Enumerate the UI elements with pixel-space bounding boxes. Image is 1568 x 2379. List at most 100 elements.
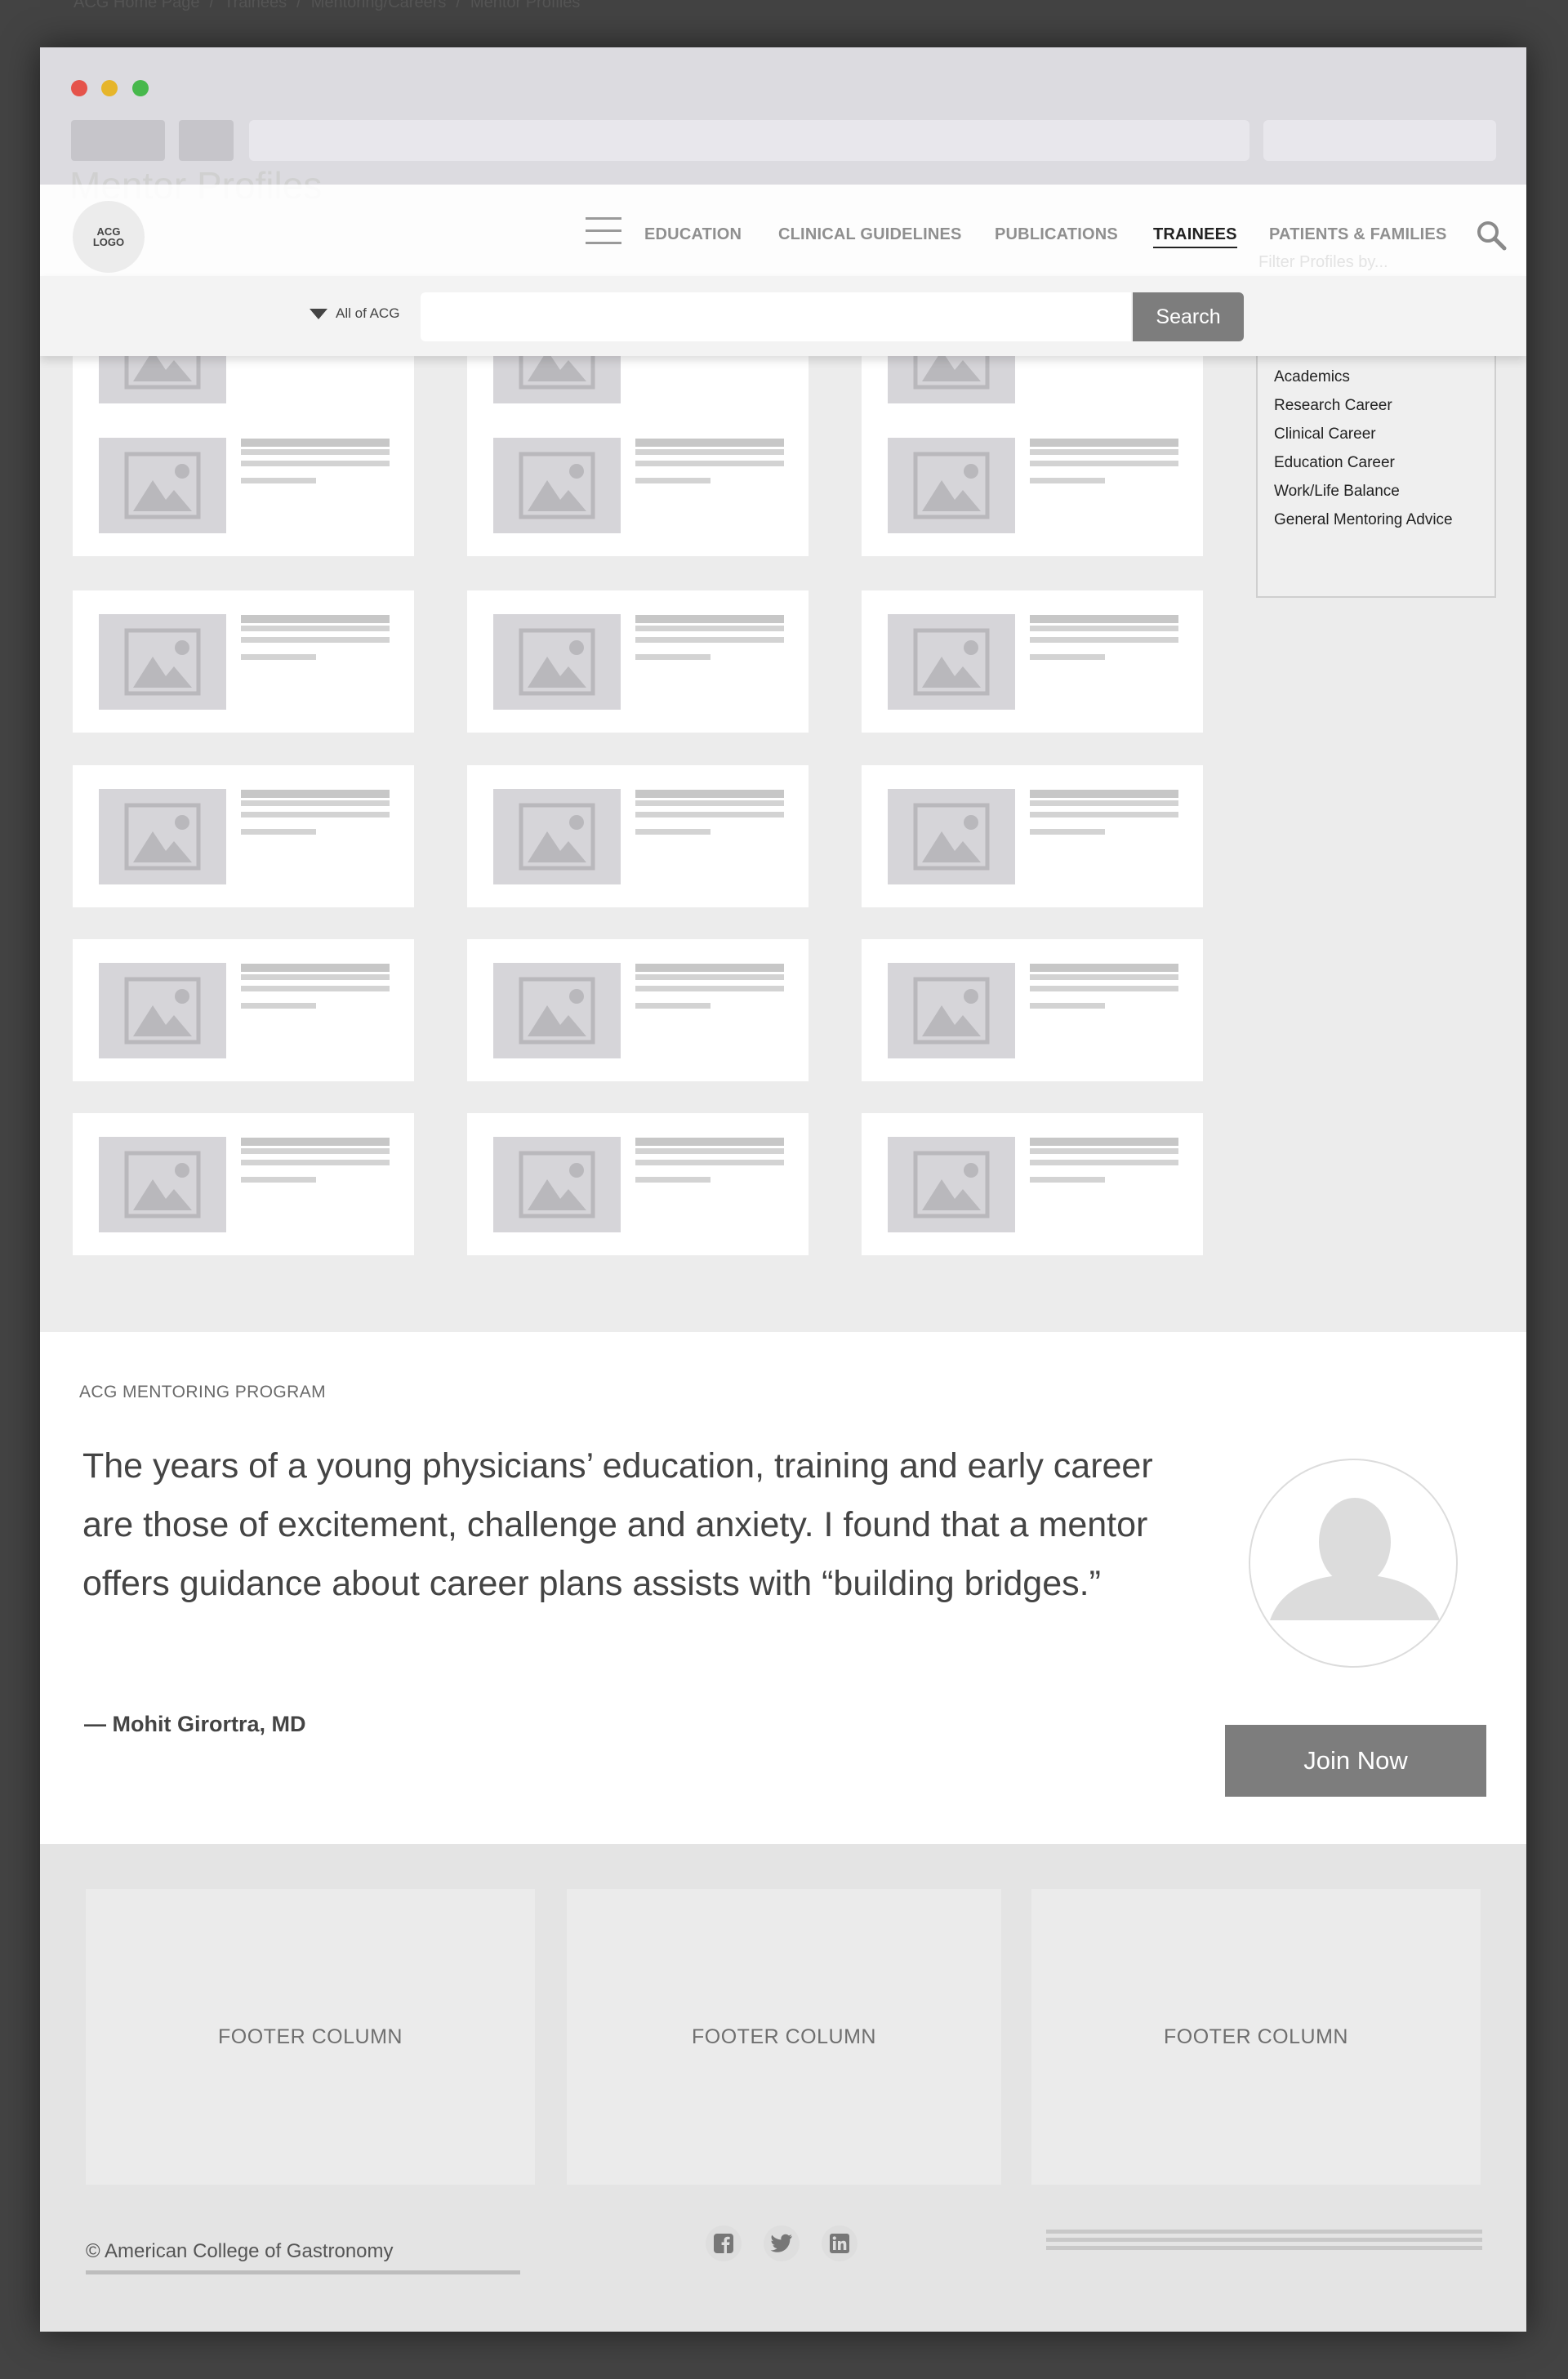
profile-text-placeholder <box>1030 1003 1105 1009</box>
filter-item-clinical-career[interactable]: Clinical Career <box>1274 425 1376 443</box>
image-placeholder-icon <box>519 628 595 696</box>
footer-text-placeholder <box>1046 2230 1482 2234</box>
twitter-icon[interactable] <box>764 2225 800 2261</box>
profile-text-placeholder <box>1030 964 1178 972</box>
acg-logo[interactable]: ACG LOGO <box>73 201 145 273</box>
filter-item-academics[interactable]: Academics <box>1274 368 1350 386</box>
profile-text-placeholder <box>241 637 390 643</box>
breadcrumb-item[interactable]: ACG Home Page <box>74 0 200 12</box>
search-input[interactable] <box>421 292 1131 341</box>
filter-dropdown-panel <box>1256 356 1496 598</box>
breadcrumb-item[interactable]: Trainees <box>224 0 287 12</box>
profile-text-placeholder <box>241 790 390 798</box>
profile-text-placeholder <box>635 800 784 806</box>
footer-text-placeholder <box>86 2270 520 2274</box>
address-bar[interactable] <box>249 120 1250 161</box>
nav-item-publications[interactable]: PUBLICATIONS <box>995 225 1118 244</box>
profile-text-placeholder <box>241 986 390 991</box>
nav-item-clinical-guidelines[interactable]: CLINICAL GUIDELINES <box>778 225 962 244</box>
profile-text-placeholder <box>241 615 390 623</box>
search-button[interactable]: Search <box>1133 292 1244 341</box>
breadcrumb-separator: / <box>456 0 461 11</box>
nav-item-trainees[interactable]: TRAINEES <box>1153 225 1237 248</box>
mentor-profile-card[interactable] <box>73 765 414 907</box>
nav-item-patients-families[interactable]: PATIENTS & FAMILIES <box>1269 225 1447 244</box>
mentor-profile-card[interactable] <box>467 414 808 556</box>
breadcrumb-item[interactable]: Mentor Profiles <box>470 0 581 12</box>
search-scope-dropdown[interactable]: All of ACG <box>310 305 399 322</box>
profile-text-placeholder <box>635 812 784 818</box>
image-placeholder-icon <box>124 1151 201 1218</box>
copyright-text: © American College of Gastronomy <box>86 2240 394 2262</box>
search-icon[interactable] <box>1475 219 1508 252</box>
profile-text-placeholder <box>635 1148 784 1154</box>
mentor-profile-card[interactable] <box>467 765 808 907</box>
quote-attribution: — Mohit Girortra, MD <box>84 1712 306 1736</box>
filter-item-education-career[interactable]: Education Career <box>1274 454 1395 472</box>
filter-item-general-mentoring-advice[interactable]: General Mentoring Advice <box>1274 511 1453 529</box>
profile-image-placeholder <box>888 789 1015 884</box>
mentor-profile-card[interactable] <box>862 1113 1203 1255</box>
image-placeholder-icon <box>913 452 990 519</box>
mentor-profile-card[interactable] <box>467 590 808 733</box>
maximize-window-dot[interactable] <box>132 80 149 96</box>
profile-text-placeholder <box>241 654 316 660</box>
filter-item-research-career[interactable]: Research Career <box>1274 397 1392 415</box>
breadcrumb-item[interactable]: Mentoring/Careers <box>311 0 447 12</box>
image-placeholder-icon <box>519 977 595 1045</box>
mentor-profile-card[interactable] <box>862 590 1203 733</box>
profile-image-placeholder <box>888 963 1015 1058</box>
mentor-profile-card[interactable] <box>73 939 414 1081</box>
reload-button[interactable] <box>179 120 234 161</box>
site-search-bar: All of ACG Search <box>40 276 1526 356</box>
profile-image-placeholder <box>888 438 1015 533</box>
profile-text-placeholder <box>241 461 390 466</box>
profile-text-placeholder <box>635 449 784 455</box>
mentor-profile-card[interactable] <box>73 590 414 733</box>
mentor-profile-card[interactable] <box>73 1113 414 1255</box>
profile-text-placeholder <box>1030 654 1105 660</box>
image-placeholder-icon <box>913 1151 990 1218</box>
close-window-dot[interactable] <box>71 80 87 96</box>
mentor-profile-card[interactable] <box>467 939 808 1081</box>
avatar <box>1249 1459 1458 1668</box>
profile-text-placeholder <box>1030 974 1178 980</box>
mentor-profile-card[interactable] <box>467 1113 808 1255</box>
profile-image-placeholder <box>493 789 621 884</box>
browser-window: Mentor Profiles ACGLOGO EDUCATION CLINIC… <box>40 47 1526 2332</box>
browser-search-bar[interactable] <box>1263 120 1496 161</box>
profile-image-placeholder <box>888 1137 1015 1232</box>
mentor-profile-card[interactable] <box>862 939 1203 1081</box>
back-forward-button[interactable] <box>71 120 165 161</box>
profile-text-placeholder <box>635 637 784 643</box>
section-eyebrow: ACG MENTORING PROGRAM <box>79 1383 327 1401</box>
mentor-profile-card[interactable] <box>862 765 1203 907</box>
footer-column: FOOTER COLUMN <box>1031 1889 1481 2185</box>
image-placeholder-icon <box>913 977 990 1045</box>
mentor-profile-card[interactable] <box>73 414 414 556</box>
minimize-window-dot[interactable] <box>101 80 118 96</box>
nav-item-education[interactable]: EDUCATION <box>644 225 742 244</box>
profile-text-placeholder <box>1030 1177 1105 1183</box>
footer-column: FOOTER COLUMN <box>567 1889 1001 2185</box>
breadcrumb-separator: / <box>209 0 215 11</box>
profile-text-placeholder <box>635 478 710 483</box>
image-placeholder-icon <box>124 803 201 871</box>
hamburger-menu-icon[interactable] <box>586 217 621 245</box>
facebook-icon[interactable] <box>706 2225 742 2261</box>
image-placeholder-icon <box>519 1151 595 1218</box>
image-placeholder-icon <box>124 977 201 1045</box>
filter-dropdown-placeholder[interactable]: Filter Profiles by... <box>1258 253 1388 272</box>
mentor-profile-card[interactable] <box>862 414 1203 556</box>
profile-text-placeholder <box>1030 461 1178 466</box>
linkedin-icon[interactable] <box>822 2225 858 2261</box>
profile-text-placeholder <box>241 964 390 972</box>
image-placeholder-icon <box>519 803 595 871</box>
profile-text-placeholder <box>1030 800 1178 806</box>
image-placeholder-icon <box>913 803 990 871</box>
filter-item-work-life-balance[interactable]: Work/Life Balance <box>1274 483 1400 501</box>
profile-text-placeholder <box>241 829 316 835</box>
profile-text-placeholder <box>635 654 710 660</box>
join-now-button[interactable]: Join Now <box>1225 1725 1486 1797</box>
profile-text-placeholder <box>1030 1138 1178 1146</box>
